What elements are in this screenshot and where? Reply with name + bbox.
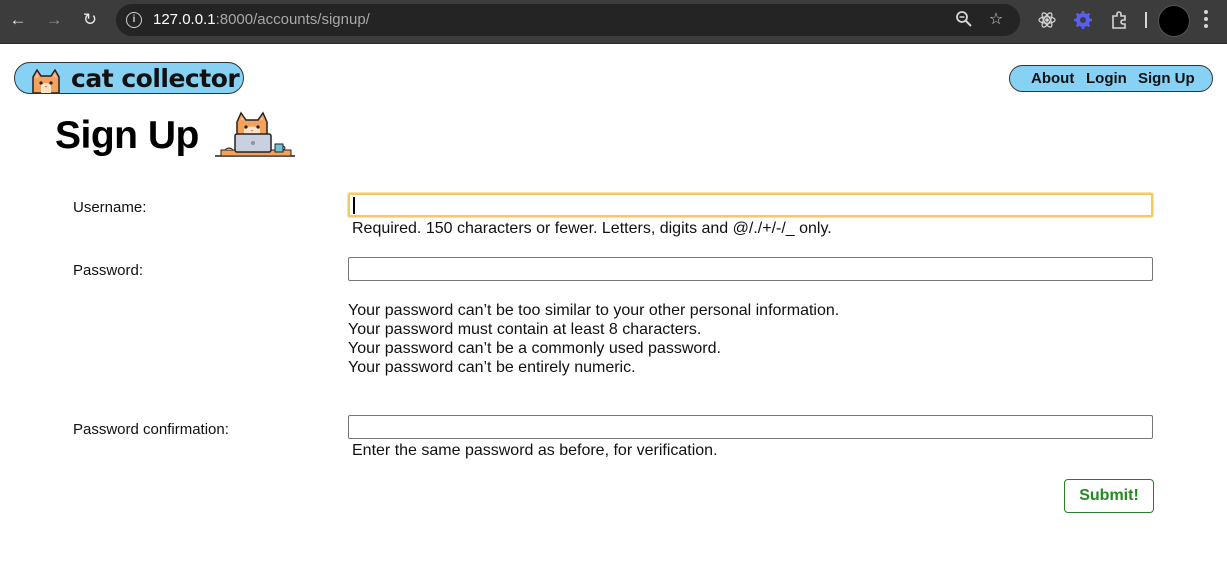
site-info-icon[interactable]: i	[126, 12, 142, 28]
password-rules-list: Your password can’t be too similar to yo…	[348, 301, 839, 377]
profile-avatar-icon[interactable]	[1158, 5, 1190, 37]
reload-icon[interactable]: ↻	[78, 8, 102, 32]
forward-icon[interactable]: →	[42, 8, 66, 32]
zoom-icon[interactable]	[954, 10, 974, 30]
url-host: 127.0.0.1	[153, 11, 216, 28]
browser-menu-icon[interactable]	[1203, 10, 1209, 32]
page-title: Sign Up	[55, 114, 199, 157]
password-rule: Your password must contain at least 8 ch…	[348, 321, 702, 338]
site-nav: About Login Sign Up	[1009, 65, 1213, 92]
react-devtools-icon[interactable]	[1036, 10, 1058, 32]
password-rule: Your password can’t be entirely numeric.	[348, 359, 636, 376]
browser-toolbar: ← → ↻ i 127.0.0.1:8000/accounts/signup/ …	[0, 0, 1227, 44]
username-label: Username:	[73, 199, 147, 216]
password-confirmation-label: Password confirmation:	[73, 421, 229, 438]
address-bar[interactable]: i 127.0.0.1:8000/accounts/signup/ ☆	[116, 4, 1020, 36]
url-text[interactable]: 127.0.0.1:8000/accounts/signup/	[153, 11, 370, 29]
username-help-text: Required. 150 characters or fewer. Lette…	[352, 220, 832, 237]
toolbar-divider	[1145, 12, 1147, 28]
url-path: :8000/accounts/signup/	[215, 11, 370, 28]
nav-signup-link[interactable]: Sign Up	[1138, 70, 1195, 88]
password-confirmation-input[interactable]	[348, 415, 1153, 439]
nav-login-link[interactable]: Login	[1086, 70, 1127, 88]
password-rule: Your password can’t be a commonly used p…	[348, 340, 721, 357]
extensions-puzzle-icon[interactable]	[1108, 10, 1130, 32]
cat-laptop-illustration	[215, 111, 295, 157]
password-input[interactable]	[348, 257, 1153, 281]
site-logo-text: cat collector	[71, 64, 240, 93]
cat-logo-icon	[32, 68, 60, 93]
extension-gear-icon[interactable]	[1072, 10, 1094, 32]
password-rule: Your password can’t be too similar to yo…	[348, 302, 840, 319]
nav-about-link[interactable]: About	[1031, 70, 1074, 88]
site-logo-link[interactable]: cat collector	[14, 62, 244, 94]
username-input[interactable]	[348, 193, 1153, 217]
password-label: Password:	[73, 262, 144, 279]
bookmark-star-icon[interactable]: ☆	[986, 10, 1006, 30]
back-icon[interactable]: ←	[6, 8, 30, 32]
text-caret	[353, 197, 355, 214]
submit-button[interactable]: Submit!	[1064, 479, 1154, 513]
password-confirmation-help-text: Enter the same password as before, for v…	[352, 442, 718, 459]
